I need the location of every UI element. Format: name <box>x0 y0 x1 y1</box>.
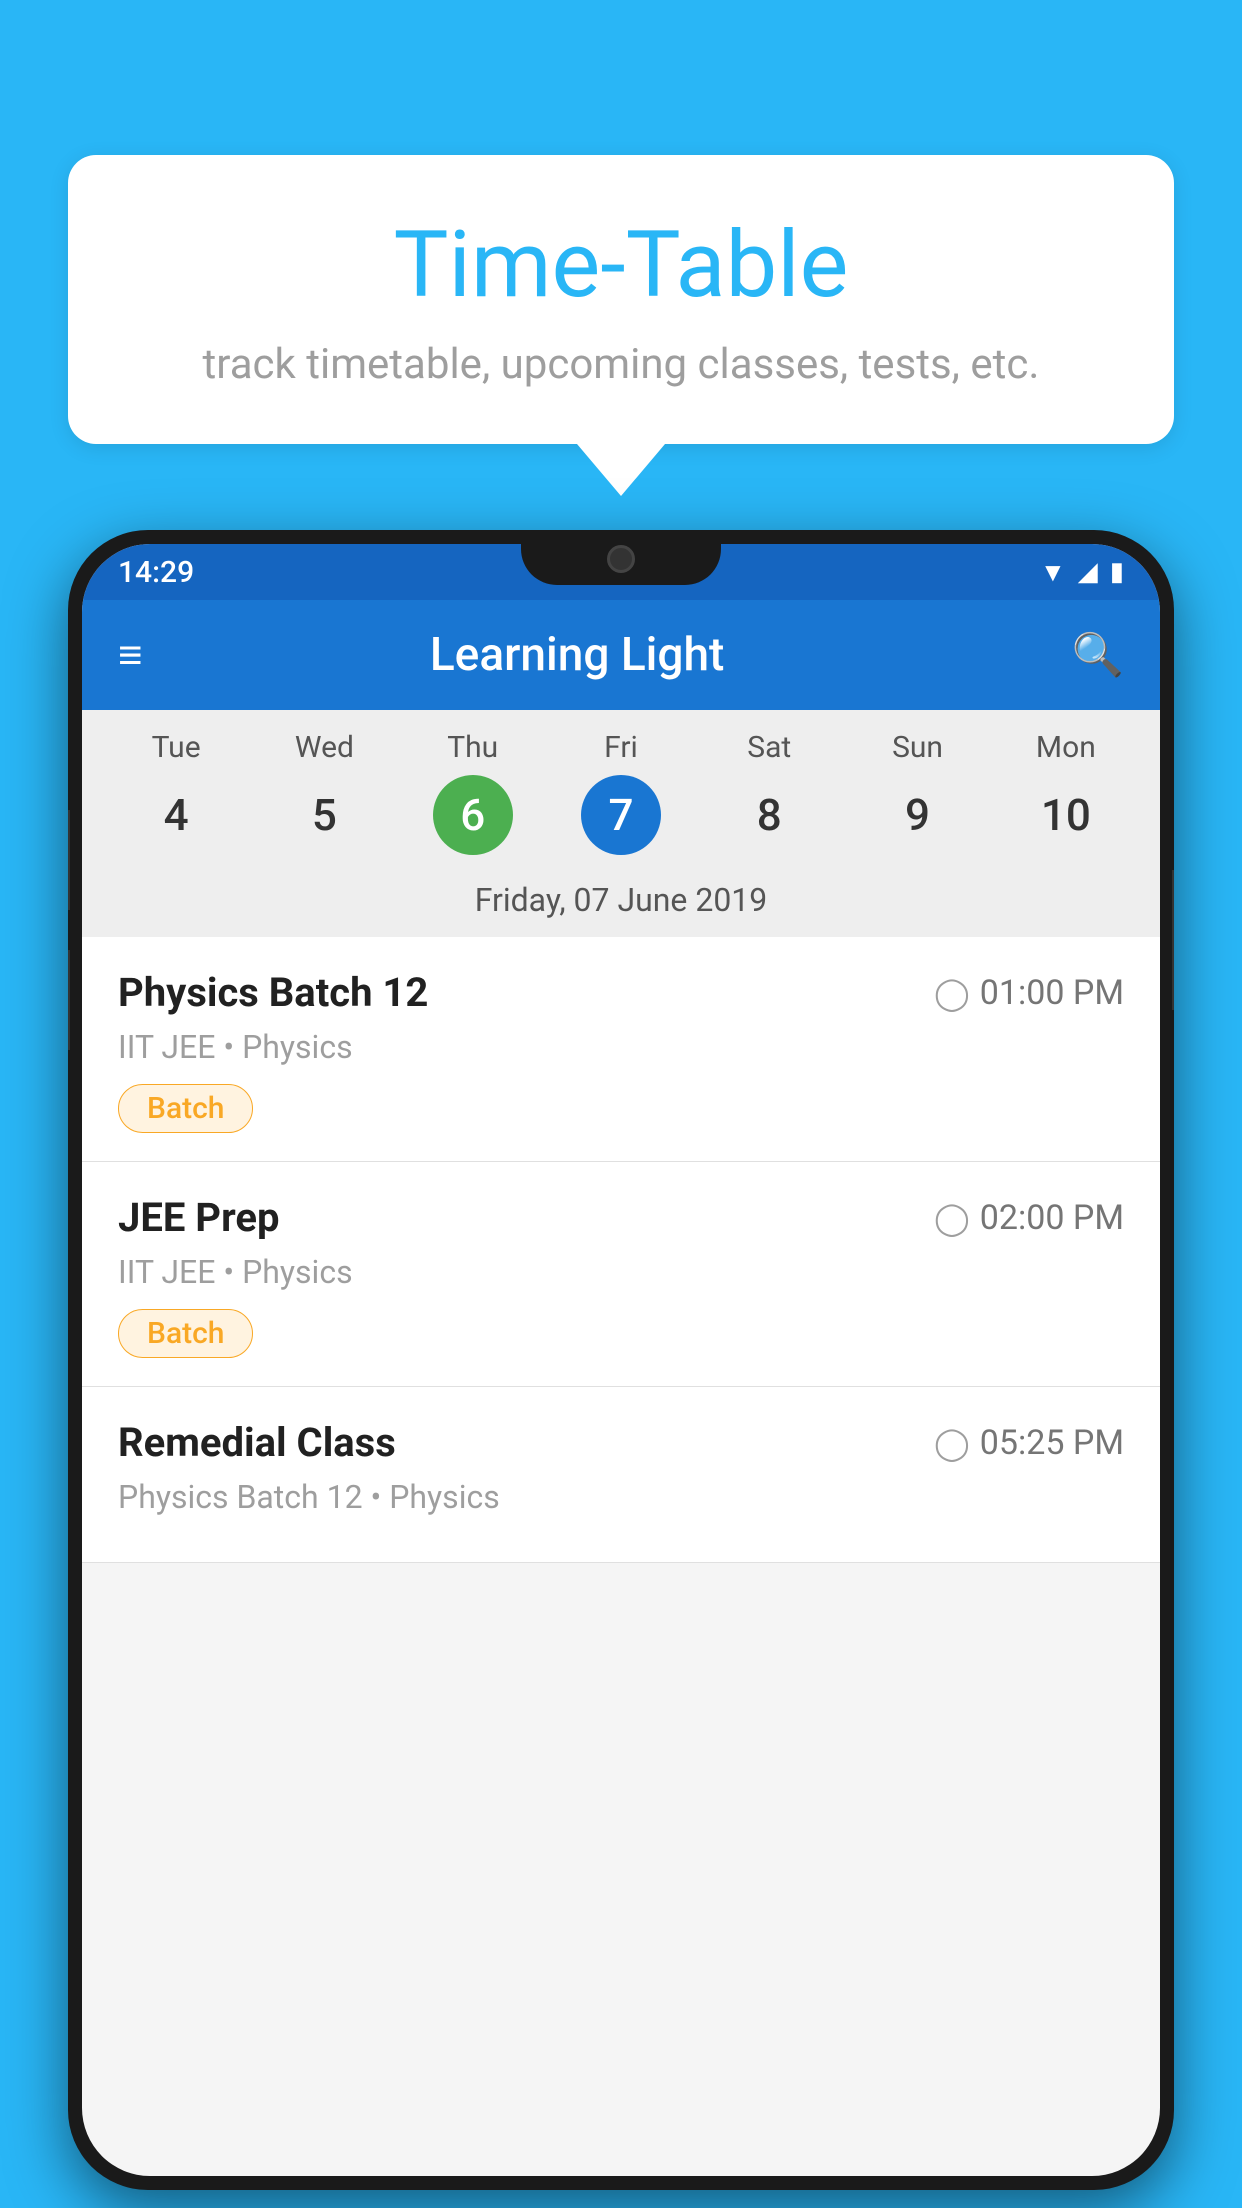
day-name-thu: Thu <box>447 730 498 765</box>
day-name-sat: Sat <box>747 730 791 765</box>
status-icons: ▼ ◢ ▮ <box>1040 557 1124 588</box>
day-num-tue: 4 <box>136 775 216 855</box>
signal-icon: ◢ <box>1078 557 1098 587</box>
phone-notch <box>521 530 721 585</box>
day-mon[interactable]: Mon 10 <box>1001 730 1131 855</box>
battery-icon: ▮ <box>1110 557 1124 587</box>
app-bar: ≡ Learning Light 🔍 <box>82 600 1160 710</box>
class-item-1-header: Physics Batch 12 ◯ 01:00 PM <box>118 969 1124 1016</box>
day-num-mon: 10 <box>1026 775 1106 855</box>
class-item-1[interactable]: Physics Batch 12 ◯ 01:00 PM IIT JEE • Ph… <box>82 937 1160 1162</box>
bubble-arrow <box>577 444 665 496</box>
clock-icon-2: ◯ <box>934 1199 970 1237</box>
clock-icon-1: ◯ <box>934 974 970 1012</box>
day-name-fri: Fri <box>604 730 638 765</box>
phone-btn-power <box>1172 870 1174 1010</box>
speech-bubble: Time-Table track timetable, upcoming cla… <box>68 155 1174 444</box>
clock-icon-3: ◯ <box>934 1424 970 1462</box>
selected-date-label: Friday, 07 June 2019 <box>82 867 1160 937</box>
class-item-3-header: Remedial Class ◯ 05:25 PM <box>118 1419 1124 1466</box>
day-name-mon: Mon <box>1036 730 1096 765</box>
day-tue[interactable]: Tue 4 <box>111 730 241 855</box>
calendar-strip: Tue 4 Wed 5 Thu 6 Fri 7 <box>82 710 1160 937</box>
batch-badge-2: Batch <box>118 1309 253 1358</box>
day-num-fri: 7 <box>581 775 661 855</box>
day-num-wed: 5 <box>284 775 364 855</box>
class-name-1: Physics Batch 12 <box>118 969 428 1016</box>
phone-camera <box>607 545 635 573</box>
speech-bubble-section: Time-Table track timetable, upcoming cla… <box>68 155 1174 496</box>
day-name-wed: Wed <box>295 730 354 765</box>
class-details-1: IIT JEE • Physics <box>118 1028 1124 1066</box>
days-row: Tue 4 Wed 5 Thu 6 Fri 7 <box>82 730 1160 867</box>
phone-screen: 14:29 ▼ ◢ ▮ ≡ Learning Light 🔍 Tue 4 <box>82 544 1160 2176</box>
class-item-2-header: JEE Prep ◯ 02:00 PM <box>118 1194 1124 1241</box>
day-num-sat: 8 <box>729 775 809 855</box>
status-time: 14:29 <box>118 555 194 590</box>
phone-btn-vol-down <box>68 950 70 1050</box>
class-time-1: ◯ 01:00 PM <box>934 973 1124 1013</box>
search-icon[interactable]: 🔍 <box>1072 631 1124 680</box>
day-num-sun: 9 <box>878 775 958 855</box>
class-item-2[interactable]: JEE Prep ◯ 02:00 PM IIT JEE • Physics Ba… <box>82 1162 1160 1387</box>
bubble-title: Time-Table <box>148 215 1094 316</box>
phone-container: 14:29 ▼ ◢ ▮ ≡ Learning Light 🔍 Tue 4 <box>68 530 1174 2208</box>
class-details-3: Physics Batch 12 • Physics <box>118 1478 1124 1516</box>
day-wed[interactable]: Wed 5 <box>259 730 389 855</box>
day-name-sun: Sun <box>892 730 943 765</box>
bubble-subtitle: track timetable, upcoming classes, tests… <box>148 340 1094 389</box>
class-time-2: ◯ 02:00 PM <box>934 1198 1124 1238</box>
class-item-3[interactable]: Remedial Class ◯ 05:25 PM Physics Batch … <box>82 1387 1160 1563</box>
class-details-2: IIT JEE • Physics <box>118 1253 1124 1291</box>
day-name-tue: Tue <box>152 730 201 765</box>
wifi-icon: ▼ <box>1040 557 1066 588</box>
class-time-3: ◯ 05:25 PM <box>934 1423 1124 1463</box>
day-sun[interactable]: Sun 9 <box>853 730 983 855</box>
day-thu[interactable]: Thu 6 <box>408 730 538 855</box>
app-title: Learning Light <box>115 628 1040 682</box>
batch-badge-1: Batch <box>118 1084 253 1133</box>
day-fri[interactable]: Fri 7 <box>556 730 686 855</box>
day-sat[interactable]: Sat 8 <box>704 730 834 855</box>
day-num-thu: 6 <box>433 775 513 855</box>
class-list: Physics Batch 12 ◯ 01:00 PM IIT JEE • Ph… <box>82 937 1160 1563</box>
phone-btn-vol-up <box>68 810 70 910</box>
phone-frame: 14:29 ▼ ◢ ▮ ≡ Learning Light 🔍 Tue 4 <box>68 530 1174 2190</box>
class-name-3: Remedial Class <box>118 1419 396 1466</box>
class-name-2: JEE Prep <box>118 1194 279 1241</box>
